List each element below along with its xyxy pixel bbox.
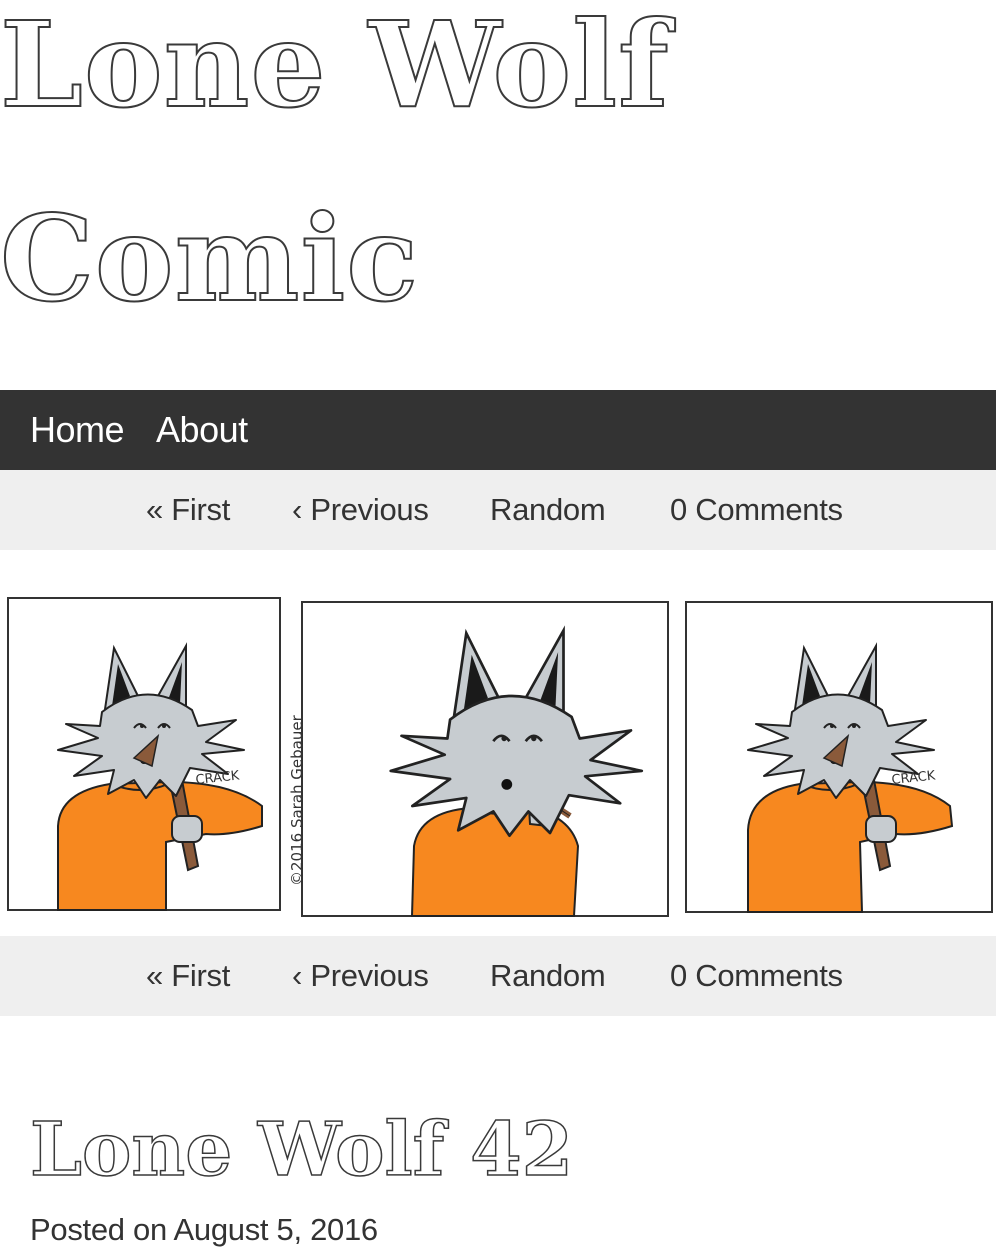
- site-title-line-1[interactable]: Lone Wolf: [0, 0, 700, 162]
- random-comic-link[interactable]: Random: [490, 492, 606, 528]
- main-navigation: Home About: [0, 390, 996, 470]
- previous-comic-link[interactable]: ‹ Previous: [292, 958, 429, 994]
- site-title[interactable]: Lone Wolf Comic: [0, 0, 700, 356]
- first-comic-link[interactable]: « First: [146, 958, 230, 994]
- comic-panel-2: [301, 601, 669, 917]
- nav-home-link[interactable]: Home: [30, 409, 125, 451]
- comments-link[interactable]: 0 Comments: [670, 958, 843, 994]
- comic-navigation-top: « First ‹ Previous Random 0 Comments: [0, 470, 996, 550]
- comic-strip-image: CRACK ©2016 Sarah Gebauer CRACK: [7, 597, 993, 917]
- comic-panel-3: CRACK: [685, 601, 993, 913]
- post-title[interactable]: Lone Wolf 42: [29, 1100, 574, 1200]
- nav-about-link[interactable]: About: [156, 409, 248, 451]
- post-date-link[interactable]: August 5, 2016: [174, 1212, 379, 1247]
- random-comic-link[interactable]: Random: [490, 958, 606, 994]
- comic-panel-1: CRACK: [7, 597, 281, 911]
- previous-comic-link[interactable]: ‹ Previous: [292, 492, 429, 528]
- post-meta: Posted on August 5, 2016: [30, 1212, 378, 1248]
- first-comic-link[interactable]: « First: [146, 492, 230, 528]
- site-title-line-2[interactable]: Comic: [0, 162, 700, 356]
- comic-navigation-bottom: « First ‹ Previous Random 0 Comments: [0, 936, 996, 1016]
- post-meta-prefix: Posted on: [30, 1212, 167, 1247]
- comments-link[interactable]: 0 Comments: [670, 492, 843, 528]
